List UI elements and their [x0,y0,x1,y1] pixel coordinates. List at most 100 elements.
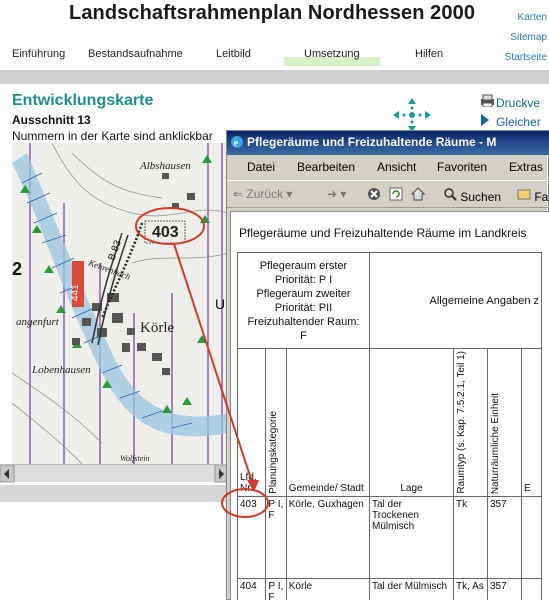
print-link[interactable]: Druckve [480,94,541,113]
legend-line: Priorität: P I [274,273,333,286]
popup-content: Pflegeräume und Freizuhaltende Räume im … [230,211,549,600]
nav-bestandsaufnahme[interactable]: Bestandsaufnahme [88,48,183,60]
search-icon [444,188,457,201]
table-header-row-1: Pflegeraum erster Priorität: P I Pfleger… [237,252,542,349]
legend-line: Pflegeraum erster [259,259,348,272]
site-title: Landschaftsrahmenplan Nordhessen 2000 [69,2,476,24]
map-label-albshausen: Albshausen [139,160,191,172]
map-label-u: U [215,296,225,312]
map-label-koerle: Körle [140,320,174,336]
cell-nr: 404 [236,577,267,600]
col-header-einheit-label: Naturräumliche Einheit [490,392,501,494]
map-label-wolfstein: Wolfstein [120,454,149,463]
search-button[interactable]: Suchen [443,187,501,204]
col-header-last: E [521,348,542,497]
refresh-button[interactable] [389,187,403,204]
page-subtitle: Ausschnitt 13 [12,113,91,127]
page-title: Entwicklungskarte [12,92,154,109]
col-header-raumtyp: Raumtyp (s. Kap. 7.5.2.1, Teil 1) [453,348,488,497]
printer-icon [480,94,496,113]
cell-raumtyp: Tk [453,495,488,579]
cell-lage: Tal der Trockenen Mülmisch [369,495,454,579]
side-links: Druckve Gleicher [480,94,541,132]
cell-raumtyp: Tk, As [453,577,488,600]
same-link-label: Gleicher [496,115,541,129]
forward-button[interactable]: ➜ ▾ [327,187,346,201]
back-button[interactable]: ⇐ Zurück ▾ [233,187,292,201]
col-header-kategorie-label: Planungskategorie [268,410,280,494]
data-table: Pflegeraum erster Priorität: P I Pfleger… [236,252,542,600]
cell-kategorie: P I, F [265,495,287,579]
cell-last [521,495,542,579]
page-note: Nummern in der Karte sind anklickbar [12,129,213,143]
link-startseite[interactable]: Startseite [505,48,547,68]
cell-nr: 403 [236,495,267,579]
col-header-raumtyp-label: Raumtyp (s. Kap. 7.5.2.1, Teil 1) [456,351,467,494]
legend-line: Pflegeraum zweiter [256,287,351,300]
map-label-lobenhausen: Lobenhausen [31,364,91,376]
col-header-kategorie: Planungskategorie [265,348,287,497]
svg-text:e: e [234,138,239,149]
menu-favoriten[interactable]: Favoriten [437,160,487,174]
cell-einheit: 357 [487,495,522,579]
map-label-441: 441 [70,284,81,301]
col-header-lage: Lage [369,348,454,497]
link-karten[interactable]: Karten [505,8,547,28]
back-arrow-icon: ⇐ [233,187,244,201]
nav-leitbild[interactable]: Leitbild [216,48,251,60]
map-horizontal-scrollbar[interactable] [0,464,230,483]
legend-line: Freizuhaltender Raum: [247,315,360,328]
pan-arrows-icon[interactable] [393,98,431,132]
refresh-icon [389,187,403,201]
home-button[interactable] [410,187,426,204]
favorites-label: Fa [534,190,549,204]
main-nav: Einführung Bestandsaufnahme Leitbild Ums… [0,44,480,66]
table-row: 403 P I, F Körle, Guxhagen Tal der Trock… [236,495,542,579]
screenshot-root: Landschaftsrahmenplan Nordhessen 2000 Ka… [0,0,549,600]
print-link-label: Druckve [496,96,541,110]
table-caption: Pflegeräume und Freizuhaltende Räume im … [239,226,527,240]
general-header-cell: Allgemeine Angaben z [369,252,542,349]
favorites-icon [517,189,531,200]
favorites-button[interactable]: Fa [517,187,548,204]
popup-toolbar: ⇐ Zurück ▾ ➜ ▾ Suchen Fa [227,180,549,208]
col-header-einheit: Naturräumliche Einheit [487,348,522,497]
cell-einheit: 357 [487,577,522,600]
cell-last [521,577,542,600]
top-right-links: Karten Sitemap Startseite [505,8,547,68]
map-view[interactable]: 441 Albshausen Kehrenbach B 83 Körle ang… [12,143,229,464]
back-label: Zurück [246,187,284,201]
nav-umsetzung[interactable]: Umsetzung [304,48,360,60]
map-number-403[interactable]: 403 [152,224,179,241]
nav-einfuehrung[interactable]: Einführung [12,48,65,60]
legend-line: Priorität: PII [274,301,333,314]
stop-icon [368,188,380,200]
cell-kategorie: P I, F [265,577,287,600]
stop-button[interactable] [367,187,381,204]
legend-cell: Pflegeraum erster Priorität: P I Pfleger… [237,252,370,349]
link-sitemap[interactable]: Sitemap [505,28,547,48]
cell-gemeinde: Körle, Guxhagen [285,495,371,579]
map-graphic: 441 Albshausen Kehrenbach B 83 Körle ang… [12,143,229,464]
menu-extras[interactable]: Extras [509,160,543,174]
menu-datei[interactable]: Datei [247,160,275,174]
search-label: Suchen [460,190,502,204]
menu-bearbeiten[interactable]: Bearbeiten [297,160,355,174]
site-header: Landschaftsrahmenplan Nordhessen 2000 [0,0,549,40]
ie-icon: e [231,136,243,149]
legend-line: F [300,329,307,342]
cell-gemeinde: Körle [285,577,371,600]
popup-title: Pflegeräume und Freizuhaltende Räume - M [247,135,497,149]
header-divider-bar [0,70,549,84]
map-label-2: 2 [12,259,22,279]
table-row: 404 P I, F Körle Tal der Mülmisch Tk, As… [236,577,542,600]
nav-hilfen[interactable]: Hilfen [415,48,443,60]
map-label-angenfurt: angenfurt [16,316,60,328]
browser-status-bar [0,484,229,502]
menu-ansicht[interactable]: Ansicht [377,160,416,174]
popup-menubar: Datei Bearbeiten Ansicht Favoriten Extra… [227,156,549,178]
table-header-row-2: Lfd. Nr. Planungskategorie Gemeinde/ Sta… [236,348,542,497]
popup-titlebar[interactable]: e Pflegeräume und Freizuhaltende Räume -… [227,131,549,155]
popup-browser-window: e Pflegeräume und Freizuhaltende Räume -… [226,130,549,600]
col-header-nr: Lfd. Nr. [236,348,267,497]
